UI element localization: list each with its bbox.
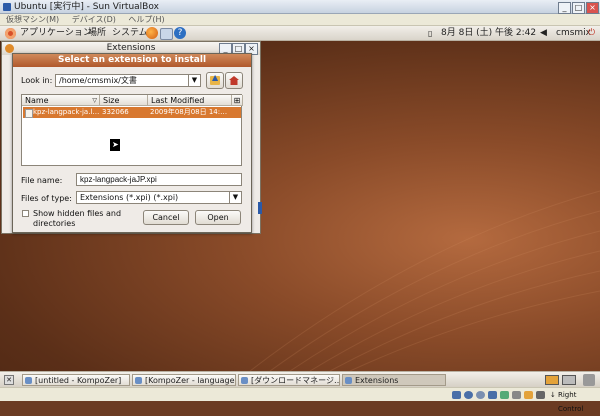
extensions-title: Extensions <box>106 43 156 53</box>
menu-applications[interactable]: アプリケーション <box>20 26 92 41</box>
select-extension-dialog: Select an extension to install Look in: … <box>12 53 252 233</box>
task-download-manager[interactable]: [ダウンロードマネージ… <box>238 374 340 386</box>
file-icon <box>25 109 33 118</box>
home-folder-button[interactable] <box>225 72 243 89</box>
look-in-dropdown[interactable]: /home/cmsmix/文書 ▼ <box>55 74 201 87</box>
sort-icon: ▽ <box>92 97 97 104</box>
file-type-label: Files of type: <box>21 194 72 203</box>
column-name[interactable]: Name ▽ <box>22 95 100 106</box>
hdd-icon[interactable] <box>452 391 461 399</box>
app-icon <box>241 377 248 384</box>
network-icon[interactable]: ▯ <box>428 26 432 41</box>
workspace-1-icon[interactable] <box>545 375 559 385</box>
vbox-statusbar: ↓ Right Control <box>0 387 600 413</box>
vbox-menubar: 仮想マシン(M) デバイス(D) ヘルプ(H) <box>0 14 600 26</box>
top-panel: アプリケーション 場所 システム ? ▯ 8月 8日 (土) 午後 2:42 ◀… <box>0 26 600 41</box>
window-edge <box>258 202 262 214</box>
menu-help[interactable]: ヘルプ(H) <box>128 15 164 24</box>
column-picker-icon[interactable]: ⊞ <box>232 95 243 106</box>
column-size[interactable]: Size <box>100 95 148 106</box>
task-kompozer-language[interactable]: [KompoZer - language… <box>132 374 236 386</box>
workspace-2-icon[interactable] <box>562 375 576 385</box>
network-status-icon[interactable] <box>488 391 497 399</box>
bottom-panel: ✕ [untitled - KompoZer] [KompoZer - lang… <box>0 371 600 387</box>
ubuntu-logo-icon[interactable] <box>5 28 16 39</box>
shutdown-icon[interactable]: ⏻ <box>588 26 595 41</box>
cancel-button[interactable]: Cancel <box>143 210 189 225</box>
look-in-label: Look in: <box>21 76 53 85</box>
trash-icon[interactable] <box>583 374 595 386</box>
user-name[interactable]: cmsmix <box>556 26 591 41</box>
menu-system[interactable]: システム <box>112 26 148 41</box>
file-size-cell: 332066 <box>102 108 129 116</box>
shared-folder-icon[interactable] <box>512 391 521 399</box>
vrdp-icon[interactable] <box>524 391 533 399</box>
file-name-input[interactable] <box>76 173 242 186</box>
help-icon[interactable]: ? <box>174 27 186 39</box>
close-icon[interactable]: × <box>586 2 599 14</box>
mail-icon[interactable] <box>160 28 173 40</box>
home-icon <box>229 76 239 85</box>
host-key-label: Right Control <box>558 391 584 413</box>
menu-places[interactable]: 場所 <box>88 26 106 41</box>
task-extensions[interactable]: Extensions <box>342 374 446 386</box>
file-list[interactable]: Name ▽ Size Last Modified ⊞ kpz-langpack-… <box>21 94 243 166</box>
host-key-arrow-icon: ↓ <box>550 391 556 399</box>
file-name-cell: kpz-langpack-ja.l… <box>33 108 100 116</box>
show-desktop-icon[interactable]: ✕ <box>4 375 14 385</box>
app-icon <box>25 377 32 384</box>
kompozer-icon <box>5 44 14 53</box>
look-in-value: /home/cmsmix/文書 <box>59 76 137 85</box>
up-folder-button[interactable]: ▲ <box>206 72 224 89</box>
file-type-dropdown[interactable]: Extensions (*.xpi) (*.xpi) ▼ <box>76 191 242 204</box>
chevron-down-icon[interactable]: ▼ <box>188 75 200 86</box>
floppy-icon[interactable] <box>476 391 485 399</box>
menu-devices[interactable]: デバイス(D) <box>72 15 116 24</box>
volume-icon[interactable]: ◀ <box>540 26 547 41</box>
column-last-modified[interactable]: Last Modified <box>148 95 232 106</box>
task-untitled-kompozer[interactable]: [untitled - KompoZer] <box>22 374 130 386</box>
firefox-icon[interactable] <box>146 27 158 39</box>
vbox-title-text: Ubuntu [実行中] - Sun VirtualBox <box>14 2 159 12</box>
minimize-icon[interactable]: _ <box>558 2 571 14</box>
file-modified-cell: 2009年08月08日 14:… <box>150 108 228 116</box>
mouse-icon[interactable] <box>536 391 545 399</box>
table-row[interactable]: kpz-langpack-ja.l… 332066 2009年08月08日 14… <box>23 107 241 118</box>
app-icon <box>135 377 142 384</box>
menu-machine[interactable]: 仮想マシン(M) <box>6 15 59 24</box>
folder-up-icon: ▲ <box>210 74 220 85</box>
clock[interactable]: 8月 8日 (土) 午後 2:42 <box>441 26 536 41</box>
maximize-icon[interactable]: □ <box>572 2 585 14</box>
dialog-title: Select an extension to install <box>13 54 251 67</box>
file-name-label: File name: <box>21 176 63 185</box>
chevron-down-icon[interactable]: ▼ <box>229 192 241 203</box>
vbox-titlebar: Ubuntu [実行中] - Sun VirtualBox _ □ × <box>0 0 600 14</box>
open-button[interactable]: Open <box>195 210 241 225</box>
cursor-busy-icon: ➤ <box>110 139 120 151</box>
show-hidden-checkbox[interactable] <box>22 210 29 217</box>
virtualbox-icon <box>3 3 11 11</box>
cdrom-icon[interactable] <box>464 391 473 399</box>
file-type-value: Extensions (*.xpi) (*.xpi) <box>80 193 179 202</box>
app-icon <box>345 377 352 384</box>
usb-icon[interactable] <box>500 391 509 399</box>
show-hidden-label: Show hidden files and directories <box>33 209 122 228</box>
